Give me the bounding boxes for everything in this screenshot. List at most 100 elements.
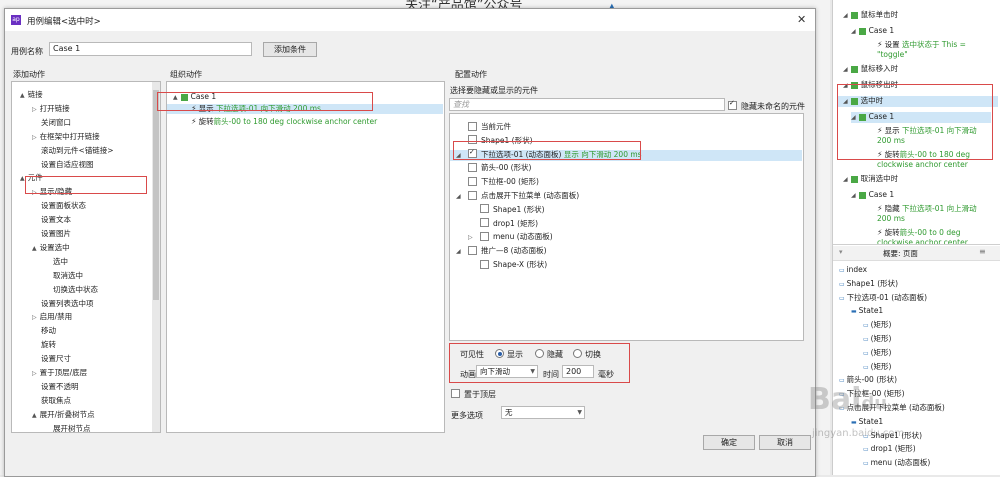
- action-tree-item[interactable]: 取消选中: [44, 271, 83, 281]
- expand-icon[interactable]: ◢: [456, 192, 465, 202]
- scrollbar-thumb[interactable]: [153, 90, 159, 300]
- expand-icon[interactable]: ▷: [32, 134, 37, 141]
- checkbox-icon[interactable]: [468, 121, 477, 131]
- shape-icon: ▬: [851, 418, 859, 426]
- interaction-case[interactable]: ◢ Case 1: [851, 190, 894, 201]
- outline-item[interactable]: ▭ (矩形): [863, 320, 891, 331]
- action-tree-item[interactable]: 设置文本: [32, 215, 71, 225]
- case-icon: [858, 27, 866, 35]
- action-tree-item[interactable]: ▷ 打开链接: [32, 104, 70, 115]
- case-icon: [858, 191, 866, 199]
- interaction-action[interactable]: ⚡ 旋转箭头-00 to 0 deg clockwise anchor cente…: [877, 228, 989, 248]
- checkbox-icon[interactable]: [480, 259, 489, 269]
- expand-icon[interactable]: ◢: [843, 176, 848, 183]
- checkbox-icon[interactable]: [468, 245, 477, 255]
- action-tree-item[interactable]: ▷ 置于顶层/底层: [32, 368, 87, 379]
- action-tree-item[interactable]: 切换选中状态: [44, 285, 98, 295]
- menu-icon[interactable]: ≡: [979, 247, 986, 256]
- action-tree-item[interactable]: ▷ 启用/禁用: [32, 312, 72, 323]
- interaction-action[interactable]: ⚡ 设置 选中状态于 This = "toggle": [877, 40, 989, 60]
- bring-front-checkbox[interactable]: 置于顶层: [451, 389, 496, 400]
- expand-icon[interactable]: ▲: [20, 92, 25, 99]
- outline-item[interactable]: ▭ index: [839, 265, 867, 276]
- case-name-input[interactable]: Case 1: [49, 42, 252, 56]
- checkbox-icon[interactable]: [480, 231, 489, 241]
- widget-row[interactable]: drop1 (矩形): [450, 218, 538, 229]
- outline-item[interactable]: ▭ Shape1 (形状): [839, 279, 898, 290]
- action-tree-label: 启用/禁用: [39, 312, 73, 322]
- action-tree-item[interactable]: 设置尺寸: [32, 354, 71, 364]
- expand-icon[interactable]: ▲: [32, 412, 37, 419]
- checkbox-icon[interactable]: [480, 218, 489, 228]
- interaction-event[interactable]: ◢ 鼠标单击时: [843, 10, 898, 21]
- widget-row[interactable]: Shape1 (形状): [450, 204, 545, 215]
- scrollbar[interactable]: [152, 82, 160, 432]
- action-tree-item[interactable]: 设置面板状态: [32, 201, 86, 211]
- outline-item[interactable]: ▭ menu (动态面板): [863, 458, 930, 469]
- expand-icon[interactable]: ▷: [32, 314, 37, 321]
- action-tree-item[interactable]: ▲ 链接: [20, 90, 43, 101]
- checkbox-icon[interactable]: [468, 176, 477, 186]
- close-icon[interactable]: ✕: [797, 13, 806, 26]
- action-verb: 隐藏: [884, 204, 903, 213]
- action-tree-item[interactable]: 选中: [44, 257, 68, 267]
- action-tree-item[interactable]: 关闭窗口: [32, 118, 71, 128]
- outline-item[interactable]: ▬ State1: [851, 417, 883, 428]
- outline-item[interactable]: ▬ State1: [851, 306, 883, 317]
- widget-row[interactable]: ▷ menu (动态面板): [450, 231, 553, 243]
- expand-icon[interactable]: ◢: [843, 66, 848, 73]
- checkbox-icon[interactable]: [468, 162, 477, 172]
- ok-button[interactable]: 确定: [703, 435, 755, 450]
- expand-icon[interactable]: ▷: [468, 233, 477, 243]
- action-tree-item[interactable]: 展开树节点: [44, 424, 91, 434]
- widget-row[interactable]: ◢ 点击展开下拉菜单 (动态面板): [450, 190, 579, 202]
- more-options-select[interactable]: 无 ▼: [501, 406, 585, 419]
- config-action-header: 配置动作: [455, 70, 487, 79]
- action-tree-item[interactable]: ▲ 展开/折叠树节点: [32, 410, 95, 421]
- cancel-button[interactable]: 取消: [759, 435, 811, 450]
- action-tree-item[interactable]: 设置图片: [32, 229, 71, 239]
- action-tree-item[interactable]: 移动: [32, 326, 56, 336]
- add-condition-button[interactable]: 添加条件: [263, 42, 317, 57]
- expand-icon[interactable]: ▲: [20, 175, 25, 182]
- action-tree-item[interactable]: 设置自适应视图: [32, 160, 94, 170]
- expand-icon[interactable]: ◢: [851, 192, 856, 199]
- hide-unnamed-checkbox[interactable]: 隐藏未命名的元件: [728, 99, 805, 112]
- search-input[interactable]: 查找: [449, 98, 725, 111]
- action-tree-item[interactable]: 旋转: [32, 340, 56, 350]
- interaction-event[interactable]: ◢ 鼠标移入时: [843, 64, 898, 75]
- expand-icon[interactable]: ▷: [32, 106, 37, 113]
- action-tree-item[interactable]: 设置列表选中项: [32, 299, 94, 309]
- highlight-box: [837, 84, 993, 160]
- widget-row[interactable]: Shape-X (形状): [450, 259, 547, 270]
- expand-icon[interactable]: ▷: [32, 370, 37, 377]
- outline-item[interactable]: ▭ (矩形): [863, 334, 891, 345]
- checkbox-icon[interactable]: [480, 204, 489, 214]
- widget-row[interactable]: ◢ 推广—8 (动态面板): [450, 245, 547, 257]
- action-tree-item[interactable]: ▷ 在框架中打开链接: [32, 132, 100, 143]
- expand-icon[interactable]: ▲: [32, 245, 37, 252]
- checkbox-icon[interactable]: [728, 99, 737, 110]
- action-tree-item[interactable]: 滚动到元件<锚链接>: [32, 146, 114, 156]
- action-row-rotate[interactable]: ⚡ 旋转箭头-00 to 180 deg clockwise anchor cen…: [191, 117, 377, 127]
- checkbox-icon[interactable]: [468, 190, 477, 200]
- outline-item[interactable]: ▭ 下拉选项-01 (动态面板): [839, 293, 927, 304]
- outline-item[interactable]: ▭ (矩形): [863, 362, 891, 373]
- interaction-event[interactable]: ◢ 取消选中时: [843, 174, 898, 185]
- widget-row[interactable]: 下拉框-00 (矩形): [450, 176, 539, 187]
- checkbox-icon[interactable]: [451, 389, 460, 398]
- expand-icon[interactable]: ◢: [843, 12, 848, 19]
- interaction-case[interactable]: ◢ Case 1: [851, 26, 894, 37]
- interaction-action[interactable]: ⚡ 隐藏 下拉选项-01 向上滑动 200 ms: [877, 204, 989, 224]
- expand-icon[interactable]: ◢: [456, 247, 465, 257]
- action-tree-item[interactable]: 设置不透明: [32, 382, 79, 392]
- widget-row[interactable]: 当前元件: [450, 121, 511, 132]
- action-tree-item[interactable]: 获取焦点: [32, 396, 71, 406]
- outline-item[interactable]: ▭ (矩形): [863, 348, 891, 359]
- expand-icon[interactable]: ◢: [851, 28, 856, 35]
- action-tree-item[interactable]: ▲ 设置选中: [32, 243, 70, 254]
- outline-tab[interactable]: 概要: 页面: [883, 248, 918, 259]
- outline-item[interactable]: ▭ drop1 (矩形): [863, 444, 916, 455]
- widget-row[interactable]: 箭头-00 (形状): [450, 162, 532, 173]
- filter-icon[interactable]: ▾: [839, 248, 843, 256]
